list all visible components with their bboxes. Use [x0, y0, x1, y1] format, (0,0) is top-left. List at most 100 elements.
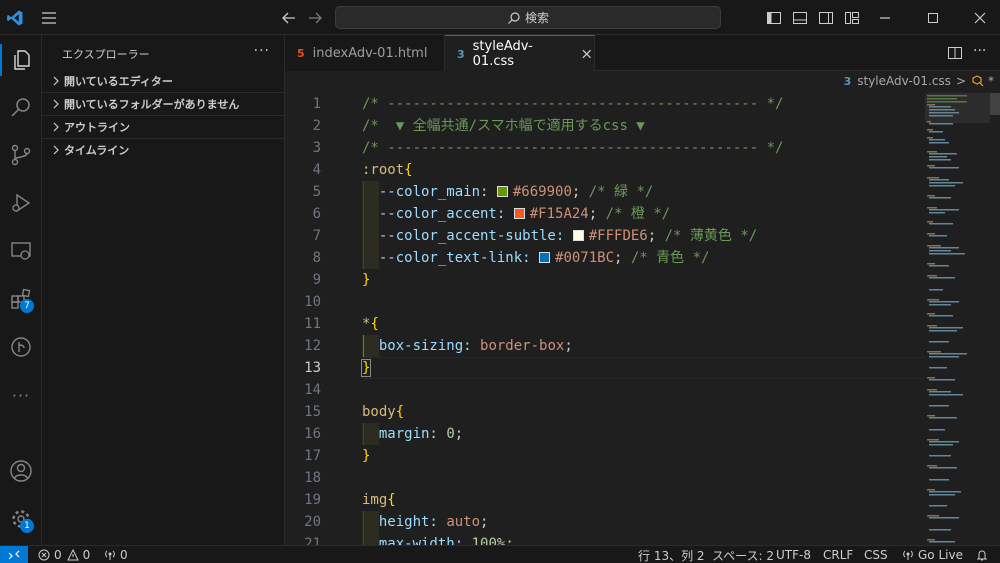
section-label: 開いているフォルダーがありません: [64, 98, 240, 111]
activity-more[interactable]: ···: [0, 373, 42, 417]
encoding[interactable]: UTF-8: [776, 546, 811, 563]
remote-indicator[interactable]: [0, 546, 28, 563]
arrow-right-icon[interactable]: [306, 9, 324, 27]
symbol-class-icon: [972, 75, 984, 87]
line-number: 5: [312, 184, 321, 200]
css-property: --color_accent-subtle:: [378, 228, 565, 244]
activity-explorer[interactable]: [0, 38, 42, 82]
code-line-13: }: [360, 357, 372, 379]
chevron-right-icon: [53, 76, 59, 86]
customize-layout-icon[interactable]: [844, 10, 860, 26]
css-comment: /* 橙 */: [605, 206, 671, 222]
maximize-icon[interactable]: [924, 9, 942, 27]
indentation[interactable]: スペース: 2: [712, 546, 774, 563]
activity-search[interactable]: [0, 85, 42, 129]
vscode-logo-icon[interactable]: [6, 9, 24, 27]
remote-explorer-icon: [11, 242, 31, 260]
section-outline[interactable]: アウトライン: [42, 116, 285, 138]
editor-tabs: 5 indexAdv-01.html 3 styleAdv-01.css ···: [285, 35, 1000, 72]
search-icon: [508, 11, 520, 24]
code-line-9: }: [362, 269, 370, 291]
minimap[interactable]: [925, 93, 990, 545]
activity-run-debug[interactable]: [0, 181, 42, 225]
section-no-folder[interactable]: 開いているフォルダーがありません: [42, 93, 285, 115]
activity-source-control[interactable]: [0, 133, 42, 177]
toggle-primary-sidebar-icon[interactable]: [766, 10, 782, 26]
end-of-line[interactable]: CRLF: [823, 546, 853, 563]
minimap-slider[interactable]: [925, 93, 990, 123]
activity-remote-explorer[interactable]: [0, 229, 42, 273]
html5-icon: 5: [297, 46, 305, 60]
code-line-4: :root{: [362, 159, 413, 181]
ellipsis-icon: ···: [11, 385, 31, 405]
sidebar-more-icon[interactable]: ···: [254, 43, 270, 59]
error-icon: [38, 549, 50, 561]
css-property: height:: [378, 514, 438, 530]
code-line-6: --color_accent: #F15A24; /* 橙 */: [378, 206, 671, 222]
tab-style-css[interactable]: 3 styleAdv-01.css: [445, 35, 595, 72]
go-live-button[interactable]: Go Live: [902, 546, 963, 563]
css-value: #FFFDE6: [588, 228, 648, 244]
activity-git-graph[interactable]: [0, 325, 42, 369]
activity-extensions[interactable]: 7: [0, 277, 42, 321]
line-number: 19: [304, 492, 321, 508]
ports-indicator[interactable]: 0: [104, 546, 128, 563]
activity-bar: 7 ··· 1: [0, 35, 42, 545]
settings-badge: 1: [20, 519, 34, 533]
scrollbar-thumb[interactable]: [990, 93, 1000, 115]
breadcrumb-symbol[interactable]: *: [988, 74, 994, 88]
code-line-20: height: auto;: [378, 514, 489, 530]
css-comment: /* 緑 */: [588, 184, 654, 200]
color-swatch[interactable]: [513, 208, 525, 219]
css3-icon: 3: [457, 47, 465, 61]
arrow-left-icon[interactable]: [280, 9, 298, 27]
css-value: auto: [446, 514, 481, 530]
problems-indicator[interactable]: 0 0: [38, 546, 90, 563]
line-number: 9: [312, 272, 321, 288]
section-open-editors[interactable]: 開いているエディター: [42, 70, 285, 92]
section-timeline[interactable]: タイムライン: [42, 139, 285, 161]
hamburger-menu-icon[interactable]: [40, 9, 58, 27]
warning-icon: [66, 549, 79, 561]
editor-more-icon[interactable]: ···: [973, 43, 986, 59]
search-placeholder: 検索: [524, 11, 549, 25]
color-swatch[interactable]: [539, 252, 551, 263]
minimize-icon[interactable]: [876, 9, 894, 27]
tab-index-html[interactable]: 5 indexAdv-01.html: [285, 35, 445, 71]
ports-count: 0: [120, 548, 128, 562]
explorer-sidebar: エクスプローラー ··· 開いているエディター 開いているフォルダーがありません…: [42, 35, 285, 545]
color-swatch[interactable]: [496, 186, 508, 197]
notifications-button[interactable]: [976, 546, 988, 563]
activity-accounts[interactable]: [0, 449, 42, 493]
css-property: --color_main:: [378, 184, 489, 200]
editor-scrollbar[interactable]: [990, 93, 1000, 545]
css3-icon: 3: [843, 74, 852, 88]
code-editor[interactable]: 1 2 3 4 5 6 7 8 9 10 11 12 13 14 15 16 1…: [285, 93, 1000, 545]
toggle-panel-icon[interactable]: [792, 10, 808, 26]
code-line-2: /* ▼ 全幅共通/スマホ幅で適用するcss ▼: [362, 118, 645, 134]
section-label: アウトライン: [64, 121, 130, 134]
language-mode[interactable]: CSS: [864, 546, 888, 563]
error-count: 0: [54, 548, 62, 562]
css-selector: :root: [362, 162, 405, 178]
close-tab-icon[interactable]: [579, 46, 594, 62]
cursor-position[interactable]: 行 13、列 2: [638, 546, 705, 563]
chevron-right-icon: [53, 122, 59, 132]
close-window-icon[interactable]: [971, 9, 989, 27]
line-number: 1: [312, 96, 321, 112]
line-number: 3: [312, 140, 321, 156]
code-line-3: /* -------------------------------------…: [362, 140, 784, 156]
toggle-secondary-sidebar-icon[interactable]: [818, 10, 834, 26]
split-editor-icon[interactable]: [947, 45, 963, 61]
css-property: max-width:: [378, 536, 464, 545]
line-number: 10: [304, 294, 321, 310]
css-comment: /* 薄黄色 */: [664, 228, 758, 244]
command-center-search[interactable]: 検索: [335, 6, 721, 29]
section-label: タイムライン: [64, 144, 130, 157]
breadcrumb-file[interactable]: styleAdv-01.css: [857, 74, 951, 88]
brace-matched: }: [360, 359, 372, 377]
activity-manage[interactable]: 1: [0, 497, 42, 541]
remote-icon: [8, 550, 20, 560]
line-number: 16: [304, 426, 321, 442]
color-swatch[interactable]: [572, 230, 584, 241]
